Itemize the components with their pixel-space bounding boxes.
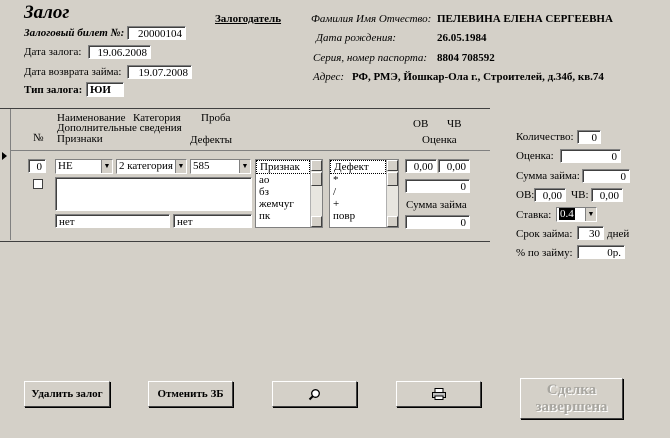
col-probe: Проба xyxy=(201,112,231,124)
name-combo-value: НЕ xyxy=(58,160,73,172)
pledger-name-label: Фамилия Имя Отчество: xyxy=(311,13,432,25)
col-number: № xyxy=(33,132,44,144)
chevron-down-icon[interactable]: ▼ xyxy=(585,208,596,221)
rate-label: Ставка: xyxy=(516,209,552,221)
percent-field[interactable]: 0р. xyxy=(577,245,625,259)
deal-completed-line1: Сделка xyxy=(546,381,597,398)
term-unit-label: дней xyxy=(607,228,630,240)
record-selector[interactable] xyxy=(0,109,11,240)
col-ov: ОВ xyxy=(413,118,429,130)
address-value: РФ, РМЭ, Йошкар-Ола г., Строителей, д.34… xyxy=(352,71,604,83)
grid-header-divider xyxy=(10,150,490,151)
row-loan-sum-label: Сумма займа xyxy=(406,199,467,211)
rate-combo-value: 0.4 xyxy=(559,208,575,220)
term-label: Срок займа: xyxy=(516,228,573,240)
chv-field[interactable]: 0,00 xyxy=(591,188,623,202)
list-item[interactable]: Признак xyxy=(256,160,310,174)
signs-field[interactable]: нет xyxy=(55,214,170,228)
col-defects: Дефекты xyxy=(190,134,233,146)
deal-completed-line2: завершена xyxy=(535,398,608,415)
chevron-down-icon[interactable]: ▼ xyxy=(175,160,186,173)
scroll-up-icon[interactable] xyxy=(387,160,398,171)
scroll-down-icon[interactable] xyxy=(387,216,398,227)
ticket-label: Залоговый билет №: xyxy=(24,27,125,39)
probe-combo[interactable]: 585 ▼ xyxy=(190,159,251,174)
col-signs: Признаки xyxy=(57,133,103,145)
form-title: Залог xyxy=(24,2,70,23)
col-chv: ЧВ xyxy=(447,118,462,130)
printer-icon xyxy=(431,388,446,400)
pledger-name-value: ПЕЛЕВИНА ЕЛЕНА СЕРГЕЕВНА xyxy=(437,13,613,25)
scroll-thumb[interactable] xyxy=(387,172,398,186)
defects-listbox[interactable]: Дефект * / + повр xyxy=(329,159,399,228)
ov-field[interactable]: 0,00 xyxy=(534,188,566,202)
category-combo[interactable]: 2 категория ▼ xyxy=(116,159,187,174)
scroll-down-icon[interactable] xyxy=(311,216,322,227)
percent-label: % по займу: xyxy=(516,247,573,259)
return-date-field[interactable]: 19.07.2008 xyxy=(127,65,192,79)
chevron-down-icon[interactable]: ▼ xyxy=(101,160,112,173)
scroll-thumb[interactable] xyxy=(311,172,322,186)
delete-pledge-label: Удалить залог xyxy=(31,388,103,400)
list-item[interactable]: Дефект xyxy=(330,160,386,174)
col-estimate: Оценка xyxy=(422,134,457,146)
delete-pledge-button[interactable]: Удалить залог xyxy=(24,381,110,407)
ov-label: ОВ: xyxy=(516,189,535,201)
passport-value: 8804 708592 xyxy=(437,52,495,64)
magnifier-icon xyxy=(308,388,320,400)
probe-combo-value: 585 xyxy=(193,160,210,172)
term-field[interactable]: 30 xyxy=(577,226,604,240)
estimate-field[interactable]: 0 xyxy=(560,149,621,163)
row-estimate-field[interactable]: 0 xyxy=(405,179,470,193)
signs-scrollbar[interactable] xyxy=(310,160,322,227)
print-button[interactable] xyxy=(396,381,481,407)
ticket-number-field[interactable]: 20000104 xyxy=(127,26,186,40)
cancel-ticket-label: Отменить ЗБ xyxy=(157,388,224,400)
row-checkbox[interactable] xyxy=(33,179,43,189)
category-combo-value: 2 категория xyxy=(119,160,173,172)
deal-completed-button[interactable]: Сделка завершена xyxy=(520,378,623,419)
loan-sum-field[interactable]: 0 xyxy=(582,169,630,183)
search-button[interactable] xyxy=(272,381,357,407)
defects-field[interactable]: нет xyxy=(173,214,252,228)
pledger-title: Залогодатель xyxy=(215,13,282,25)
name-combo[interactable]: НЕ ▼ xyxy=(55,159,113,174)
record-pointer-icon xyxy=(2,152,7,160)
return-date-label: Дата возврата займа: xyxy=(24,66,122,78)
chv-label: ЧВ: xyxy=(571,189,589,201)
quantity-label: Количество: xyxy=(516,131,574,143)
pledge-type-label: Тип залога: xyxy=(24,84,83,96)
birth-date-label: Дата рождения: xyxy=(316,32,397,44)
passport-label: Серия, номер паспорта: xyxy=(313,52,428,64)
birth-date-value: 26.05.1984 xyxy=(437,32,487,44)
defects-scrollbar[interactable] xyxy=(386,160,398,227)
chevron-down-icon[interactable]: ▼ xyxy=(239,160,250,173)
row-chv-field[interactable]: 0,00 xyxy=(438,159,470,173)
rate-combo[interactable]: 0.4 ▼ xyxy=(556,207,597,222)
row-number-field[interactable]: 0 xyxy=(28,159,46,173)
extra-info-field[interactable] xyxy=(55,177,252,211)
loan-sum-label: Сумма займа: xyxy=(516,170,580,182)
pledge-date-label: Дата залога: xyxy=(24,46,82,58)
scroll-up-icon[interactable] xyxy=(311,160,322,171)
pledge-type-field[interactable]: ЮИ xyxy=(86,82,124,97)
pledge-date-field[interactable]: 19.06.2008 xyxy=(88,45,151,59)
quantity-field[interactable]: 0 xyxy=(577,130,601,144)
cancel-ticket-button[interactable]: Отменить ЗБ xyxy=(148,381,233,407)
row-ov-field[interactable]: 0,00 xyxy=(405,159,437,173)
row-loan-sum-field[interactable]: 0 xyxy=(405,215,470,229)
address-label: Адрес: xyxy=(313,71,345,83)
signs-listbox[interactable]: Признак ао бз жемчуг пк xyxy=(255,159,323,228)
estimate-label: Оценка: xyxy=(516,150,554,162)
